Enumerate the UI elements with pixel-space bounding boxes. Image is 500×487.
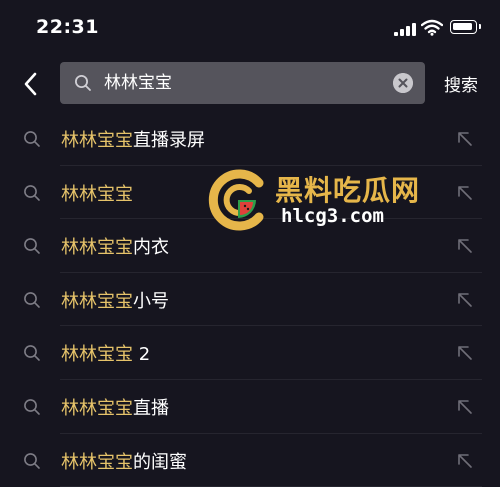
search-screen: 22:31 搜索 [0,0,500,487]
search-icon [24,291,40,308]
suggestion-text: 林林宝宝直播录屏 [61,126,205,152]
arrow-up-left-icon[interactable] [455,183,475,203]
cellular-signal-icon [394,23,416,36]
search-icon [24,238,40,254]
suggestion-highlight: 林林宝宝 [61,397,133,419]
arrow-up-left-icon[interactable] [455,129,475,149]
back-button[interactable] [18,67,48,101]
suggestion-rest: 内衣 [133,237,169,259]
arrow-up-left-icon[interactable] [455,343,475,363]
suggestion-highlight: 林林宝宝 [61,237,133,259]
arrow-up-left-icon[interactable] [455,290,475,310]
arrow-up-left-icon[interactable] [455,236,475,256]
search-icon [24,452,40,469]
wifi-icon [421,19,443,36]
search-icon [75,75,91,91]
arrow-up-left-icon[interactable] [455,451,475,471]
suggestion-item[interactable]: 林林宝宝的闺蜜 [0,434,500,487]
suggestion-rest: 小号 [133,290,169,312]
search-icon [24,131,40,147]
suggestion-item[interactable]: 林林宝宝直播 [0,380,500,434]
suggestion-highlight: 林林宝宝 [61,183,133,205]
suggestion-item[interactable]: 林林宝宝小号 [0,273,500,327]
battery-icon [450,20,481,34]
suggestion-highlight: 林林宝宝 [61,451,133,473]
suggestion-rest: 的闺蜜 [133,451,187,473]
suggestion-rest: 直播录屏 [133,130,205,151]
suggestion-list: 林林宝宝直播录屏 林林宝宝 林林宝宝内衣 林林宝宝小号 林林宝宝 2 林林宝宝直… [0,112,500,487]
arrow-up-left-icon[interactable] [455,397,475,417]
clear-icon[interactable] [393,73,413,93]
suggestion-text: 林林宝宝内衣 [61,233,169,259]
search-input[interactable] [104,62,374,104]
suggestion-item[interactable]: 林林宝宝 [0,166,500,220]
suggestion-item[interactable]: 林林宝宝 2 [0,326,500,380]
suggestion-text: 林林宝宝 [61,180,133,206]
suggestion-item[interactable]: 林林宝宝内衣 [0,219,500,273]
suggestion-highlight: 林林宝宝 [61,344,133,366]
suggestion-text: 林林宝宝的闺蜜 [61,448,187,474]
status-time: 22:31 [36,16,99,38]
suggestion-text: 林林宝宝小号 [61,287,169,313]
search-icon [24,345,40,362]
suggestion-highlight: 林林宝宝 [61,290,133,312]
status-bar: 22:31 [0,0,500,56]
suggestion-rest: 直播 [133,397,169,419]
search-icon [24,399,40,415]
search-box[interactable] [60,62,425,104]
search-icon [24,184,40,201]
search-submit-button[interactable]: 搜索 [444,71,478,96]
suggestion-item[interactable]: 林林宝宝直播录屏 [0,112,500,166]
suggestion-highlight: 林林宝宝 [61,130,133,151]
suggestion-rest: 2 [133,344,151,366]
suggestion-text: 林林宝宝直播 [61,394,169,420]
suggestion-text: 林林宝宝 2 [61,340,150,366]
